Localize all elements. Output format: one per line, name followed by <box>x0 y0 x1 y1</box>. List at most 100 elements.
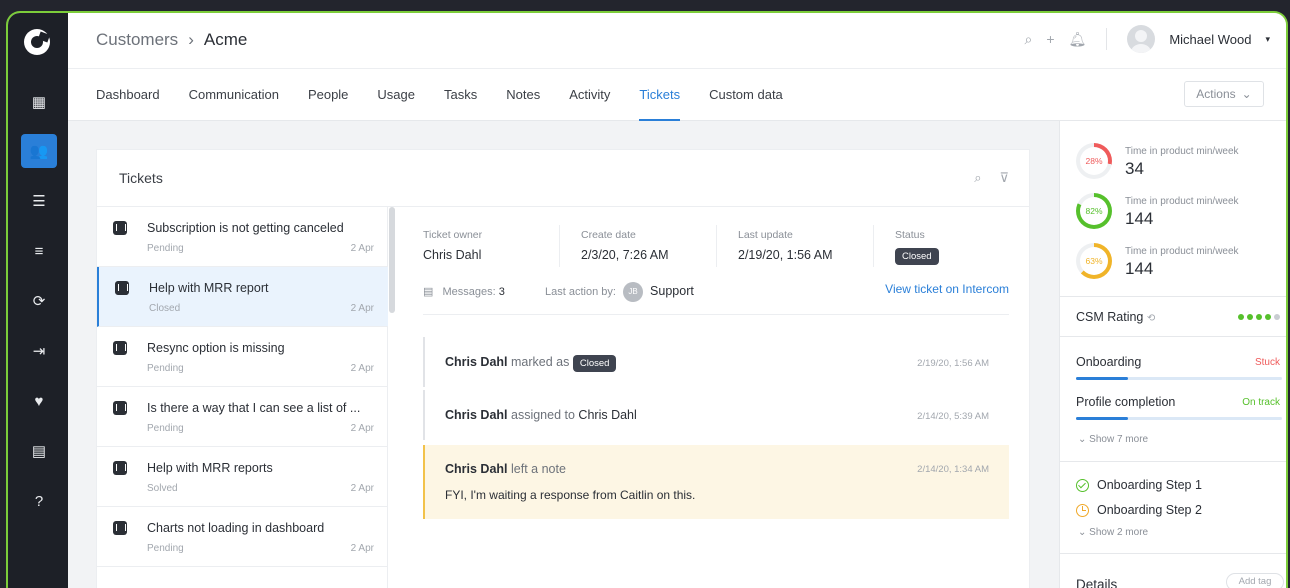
event-item: Chris Dahl assigned to Chris Dahl 2/14/2… <box>423 390 1009 440</box>
tab-notes[interactable]: Notes <box>506 69 540 121</box>
ticket-date: 2 Apr <box>350 363 374 374</box>
event-time: 2/14/20, 5:39 AM <box>917 411 989 422</box>
breadcrumb-parent[interactable]: Customers <box>96 30 178 50</box>
ticket-item[interactable]: Subscription is not getting canceled Pen… <box>97 207 388 267</box>
status-badge: Closed <box>572 355 617 372</box>
tab-tickets[interactable]: Tickets <box>639 69 680 121</box>
messages-count: 3 <box>498 285 505 298</box>
ticket-title: Charts not loading in dashboard <box>147 521 325 535</box>
ticket-title: Help with MRR reports <box>147 461 273 475</box>
step-label: Onboarding Step 1 <box>1097 478 1202 492</box>
list-icon[interactable]: ☰ <box>21 184 57 218</box>
event-text: Chris Dahl assigned to Chris Dahl <box>445 408 637 422</box>
ticket-title: Help with MRR report <box>149 281 269 295</box>
ticket-status: Pending <box>147 423 184 434</box>
event-time: 2/19/20, 1:56 AM <box>917 358 989 369</box>
event-target: Chris Dahl <box>578 408 637 422</box>
tab-dashboard[interactable]: Dashboard <box>96 69 160 121</box>
ticket-status: Pending <box>147 363 184 374</box>
event-text: Chris Dahl marked as Closed <box>445 355 617 372</box>
panel-header: Tickets ⌕ ⊽ <box>97 150 1029 207</box>
list-scrollbar[interactable] <box>389 207 395 313</box>
intercom-icon <box>113 221 127 235</box>
avatar[interactable] <box>1127 25 1156 53</box>
divider <box>1106 28 1108 50</box>
heart-icon[interactable]: ♥ <box>21 384 57 418</box>
intercom-icon <box>113 461 127 475</box>
tab-bar: Dashboard Communication People Usage Tas… <box>68 69 1286 121</box>
gauge-label: 63% <box>1080 247 1108 275</box>
right-sidebar: 28% Time in product min/week 34 82% Time… <box>1059 121 1286 588</box>
view-ticket-link[interactable]: View ticket on Intercom <box>885 282 1009 296</box>
ticket-item[interactable]: Is there a way that I can see a list of … <box>97 387 388 447</box>
breadcrumb-current: Acme <box>203 30 248 49</box>
health-status: Stuck <box>1254 357 1280 368</box>
ticket-title: Resync option is missing <box>147 341 285 355</box>
ticket-status: Solved <box>147 483 178 494</box>
ticket-item[interactable]: Charts not loading in dashboard Pending … <box>97 507 388 567</box>
caret-down-icon[interactable]: ▾ <box>1265 34 1270 45</box>
app-logo[interactable] <box>24 29 50 55</box>
show-more-text: Show 7 more <box>1089 434 1149 445</box>
ticket-status: Pending <box>147 543 184 554</box>
actions-button[interactable]: Actions ⌄ <box>1184 81 1264 107</box>
ticket-item[interactable]: Help with MRR reports Solved 2 Apr <box>97 447 388 507</box>
create-date-field: Create date 2/3/20, 7:26 AM <box>581 229 669 262</box>
show-more-link[interactable]: ⌄ Show 7 more <box>1078 434 1148 445</box>
dashboard-icon[interactable]: ▦ <box>21 85 57 119</box>
show-more-link[interactable]: ⌄ Show 2 more <box>1078 527 1148 538</box>
chevron-down-icon: ⌄ <box>1241 87 1252 101</box>
ticket-date: 2 Apr <box>350 423 374 434</box>
bell-icon[interactable]: 🔔︎ <box>1069 31 1087 48</box>
avatar: JB <box>622 282 643 302</box>
tab-communication[interactable]: Communication <box>189 69 279 121</box>
event-item: Chris Dahl marked as Closed 2/19/20, 1:5… <box>423 337 1009 387</box>
actions-label: Actions <box>1196 87 1236 101</box>
ticket-status: Closed <box>149 303 181 314</box>
create-date-label: Create date <box>581 229 636 241</box>
tabs: Dashboard Communication People Usage Tas… <box>96 69 783 121</box>
ticket-item[interactable]: Resync option is missing Pending 2 Apr <box>97 327 388 387</box>
create-date-value: 2/3/20, 7:26 AM <box>581 248 669 262</box>
tab-usage[interactable]: Usage <box>377 69 415 121</box>
tab-custom-data[interactable]: Custom data <box>709 69 783 121</box>
help-icon[interactable]: ? <box>21 484 57 518</box>
rating-dot <box>1247 314 1253 320</box>
filter-icon[interactable]: ⊽ <box>999 170 1009 186</box>
user-name[interactable]: Michael Wood <box>1169 32 1251 47</box>
history-icon[interactable]: ⟲ <box>1147 313 1155 324</box>
tab-tasks[interactable]: Tasks <box>444 69 477 121</box>
top-actions: ⌕ + 🔔︎ Michael Wood ▾ <box>1025 25 1270 53</box>
divider <box>1060 553 1286 554</box>
event-action: assigned to <box>511 408 575 422</box>
tab-people[interactable]: People <box>308 69 348 121</box>
calculator-icon[interactable]: ▤ <box>21 434 57 468</box>
step-item[interactable]: Onboarding Step 1 <box>1076 478 1202 492</box>
sync-icon[interactable]: ⟳ <box>21 284 57 318</box>
hierarchy-icon[interactable]: ≡ <box>21 234 57 268</box>
csm-rating-dots[interactable] <box>1238 314 1280 320</box>
event-actor: Chris Dahl <box>445 408 508 422</box>
customers-icon[interactable]: 👥 <box>21 134 57 168</box>
search-icon[interactable]: ⌕ <box>1025 31 1033 48</box>
add-tag-button[interactable]: Add tag <box>1226 573 1284 588</box>
breadcrumb: Customers › Acme <box>96 30 247 50</box>
ticket-title: Is there a way that I can see a list of … <box>147 401 361 415</box>
ticket-item[interactable]: Help with MRR report Closed 2 Apr <box>97 267 388 327</box>
step-item[interactable]: Onboarding Step 2 <box>1076 503 1202 517</box>
ticket-list: Subscription is not getting canceled Pen… <box>97 207 388 588</box>
csm-rating-label: CSM Rating ⟲ <box>1076 310 1155 324</box>
plus-icon[interactable]: + <box>1046 31 1054 47</box>
metric-gauge: 63% <box>1076 243 1112 279</box>
login-icon[interactable]: ⇥ <box>21 334 57 368</box>
top-bar: Customers › Acme ⌕ + 🔔︎ Michael Wood ▾ <box>68 13 1286 69</box>
tab-activity[interactable]: Activity <box>569 69 610 121</box>
progress-fill <box>1076 417 1128 420</box>
metric-label: Time in product min/week <box>1125 196 1239 207</box>
intercom-icon <box>113 341 127 355</box>
search-icon[interactable]: ⌕ <box>974 170 981 186</box>
divider <box>423 314 1009 315</box>
metric-label: Time in product min/week <box>1125 246 1239 257</box>
event-text: Chris Dahl left a note <box>445 462 566 476</box>
divider <box>559 225 560 267</box>
